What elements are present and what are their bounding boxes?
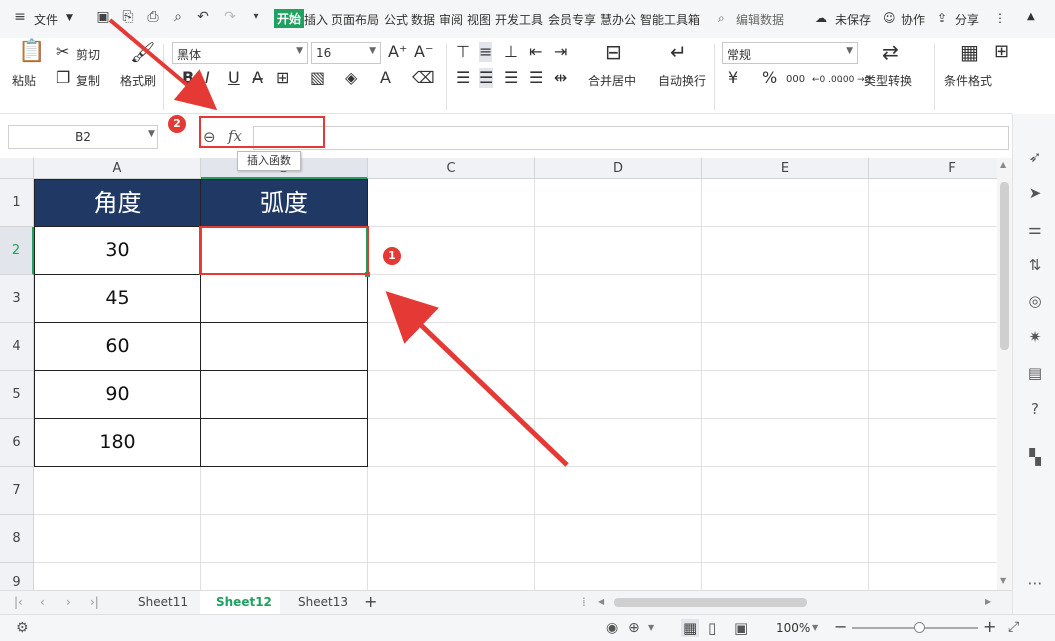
annotation-arrows	[108, 18, 569, 467]
annotation-arrow-to-fx	[108, 18, 218, 111]
insert-function-tooltip: 插入函数	[237, 151, 301, 171]
annotation-arrow-to-b2	[385, 291, 569, 467]
